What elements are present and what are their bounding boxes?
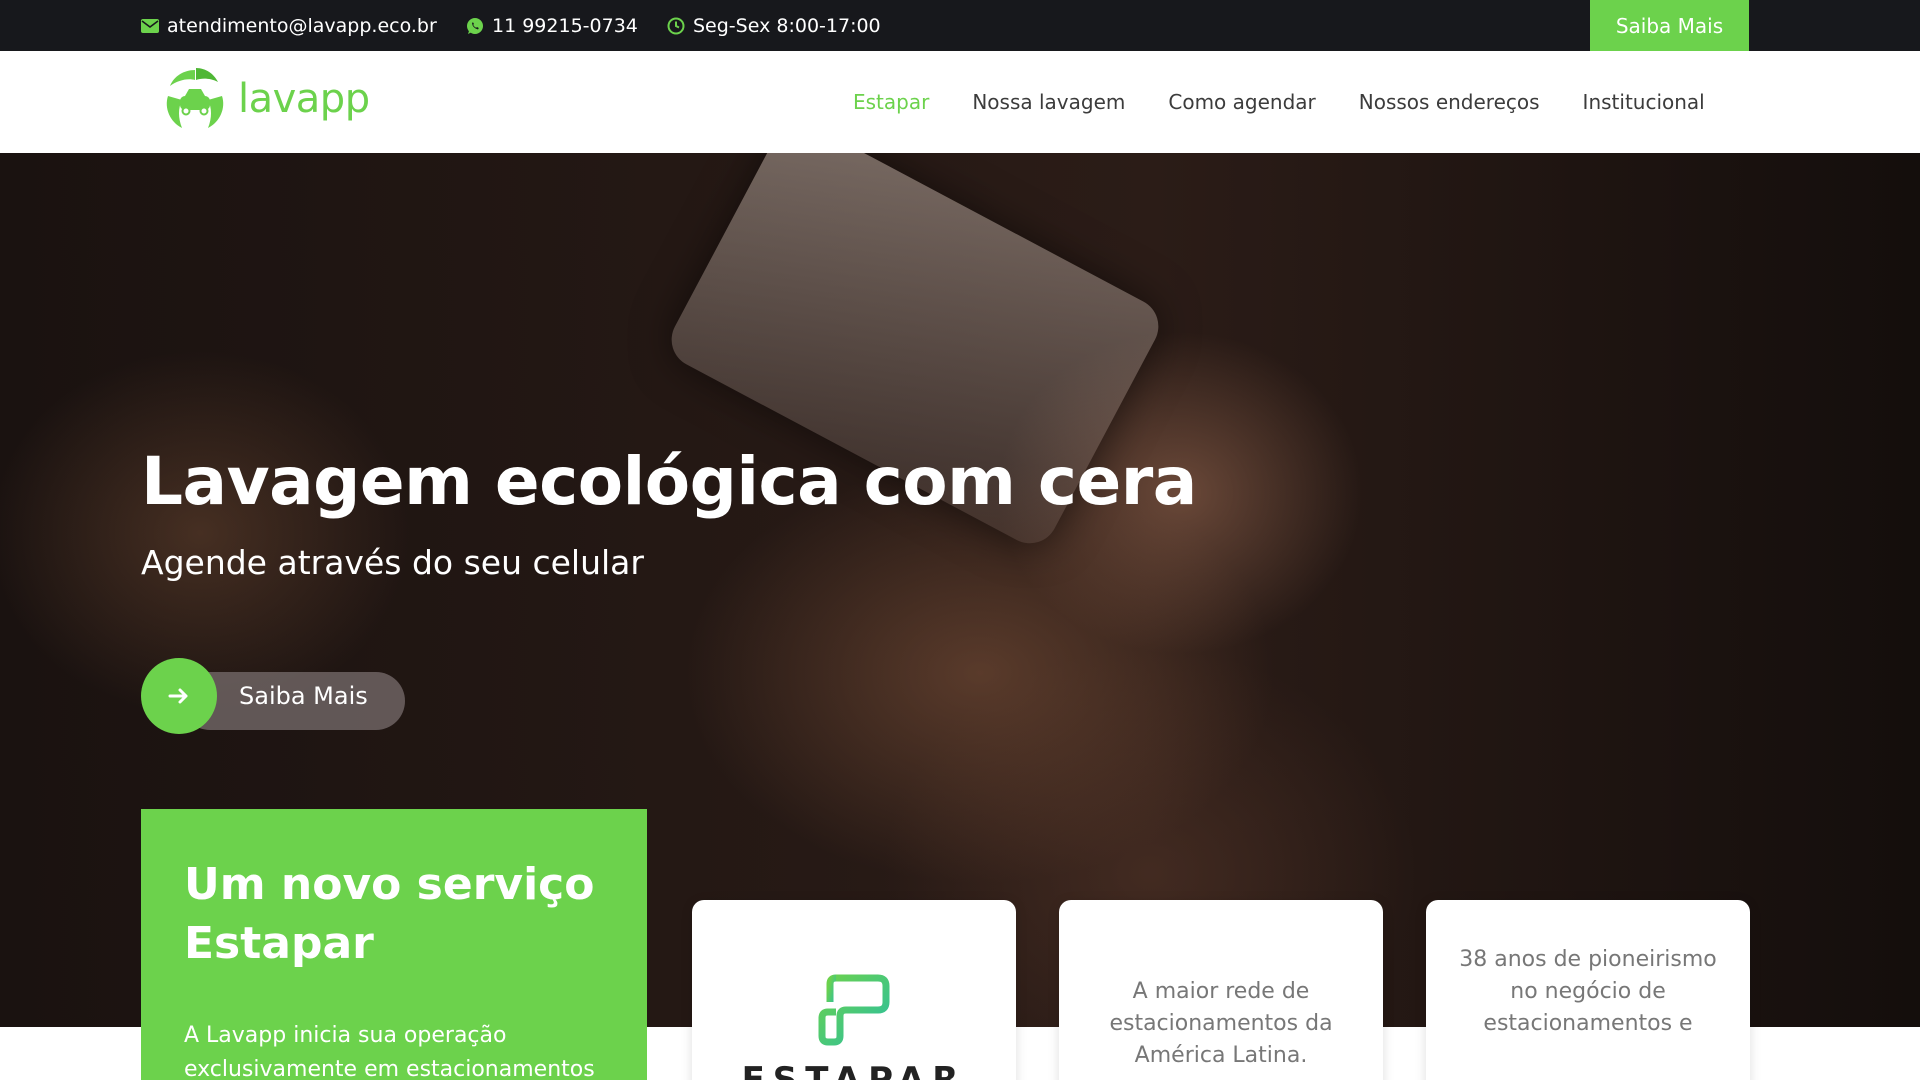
feature-card-novo-servico: Um novo serviço Estapar A Lavapp inicia … bbox=[141, 809, 647, 1080]
feature-card-title: Um novo serviço Estapar bbox=[184, 855, 604, 973]
hero-title: Lavagem ecológica com cera bbox=[141, 443, 1197, 520]
business-hours: Seg-Sex 8:00-17:00 bbox=[667, 0, 881, 51]
contact-phone[interactable]: 11 99215-0734 bbox=[466, 0, 638, 51]
topbar-saiba-mais-button[interactable]: Saiba Mais bbox=[1590, 0, 1749, 51]
hero-saiba-mais-button[interactable]: Saiba Mais bbox=[141, 658, 405, 734]
nav-item-institucional[interactable]: Institucional bbox=[1583, 90, 1705, 114]
estapar-logo-card: ESTAPAR bbox=[692, 900, 1016, 1080]
contact-email[interactable]: atendimento@lavapp.eco.br bbox=[141, 0, 437, 51]
site-header: lavapp Estapar Nossa lavagem Como agenda… bbox=[0, 51, 1920, 153]
contact-phone-text: 11 99215-0734 bbox=[492, 14, 638, 37]
main-nav: Estapar Nossa lavagem Como agendar Nosso… bbox=[810, 51, 1705, 153]
business-hours-text: Seg-Sex 8:00-17:00 bbox=[693, 14, 881, 37]
feature-title-line2: Estapar bbox=[184, 918, 374, 969]
estapar-logo-icon bbox=[818, 974, 890, 1046]
whatsapp-icon bbox=[467, 17, 483, 34]
clock-icon bbox=[667, 17, 685, 34]
eco-car-logo-icon bbox=[166, 68, 224, 128]
hero-button-label: Saiba Mais bbox=[239, 682, 368, 710]
envelope-icon bbox=[141, 18, 159, 33]
logo-wordmark: lavapp bbox=[238, 76, 370, 122]
lavapp-logo[interactable]: lavapp bbox=[162, 66, 370, 132]
estapar-wordmark: ESTAPAR bbox=[741, 1060, 967, 1080]
hero-button-circle bbox=[141, 658, 217, 734]
nav-item-nossos-enderecos[interactable]: Nossos endereços bbox=[1359, 90, 1540, 114]
feature-title-line1: Um novo serviço bbox=[184, 859, 595, 910]
feature-card-text: A Lavapp inicia sua operação exclusivame… bbox=[184, 1023, 595, 1080]
nav-item-estapar[interactable]: Estapar bbox=[853, 90, 929, 114]
nav-item-nossa-lavagem[interactable]: Nossa lavagem bbox=[972, 90, 1125, 114]
top-bar: atendimento@lavapp.eco.br 11 99215-0734 … bbox=[0, 0, 1920, 51]
arrow-right-icon bbox=[168, 688, 188, 704]
nav-item-como-agendar[interactable]: Como agendar bbox=[1168, 90, 1315, 114]
info-card-rede-text: A maior rede de estacionamentos da Améri… bbox=[1109, 979, 1333, 1068]
contact-email-text: atendimento@lavapp.eco.br bbox=[167, 14, 437, 37]
info-card-rede: A maior rede de estacionamentos da Améri… bbox=[1059, 900, 1383, 1080]
info-card-pioneirismo-text: 38 anos de pioneirismo no negócio de est… bbox=[1459, 947, 1717, 1036]
info-card-pioneirismo: 38 anos de pioneirismo no negócio de est… bbox=[1426, 900, 1750, 1080]
hero-subtitle: Agende através do seu celular bbox=[141, 543, 644, 582]
